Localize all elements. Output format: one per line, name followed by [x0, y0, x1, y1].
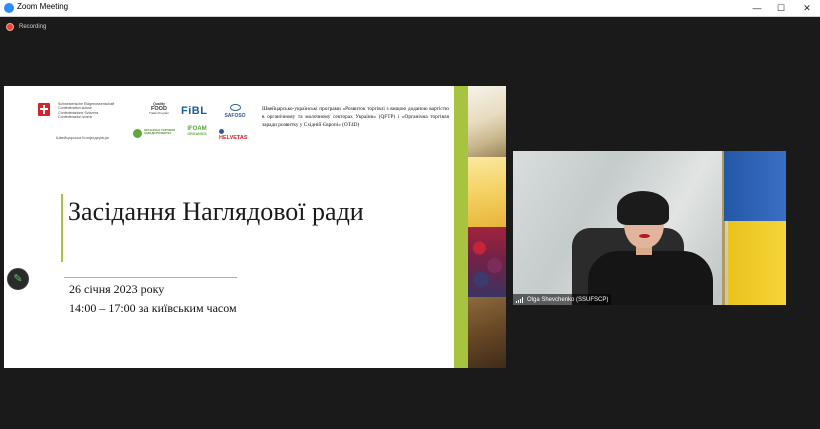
swiss-flag-icon: [38, 103, 50, 116]
helvetas-label: HELVETAS: [219, 135, 248, 141]
window-titlebar: Zoom Meeting — ☐ ✕: [0, 0, 820, 17]
recording-indicator[interactable]: Recording: [6, 21, 46, 33]
helvetas-icon: [219, 129, 224, 135]
participant-lips: [639, 234, 650, 238]
quality-food-line3: Trade Program: [148, 111, 170, 115]
meeting-time: 14:00 – 17:00 за київським часом: [69, 301, 237, 315]
cheese-photo: [468, 157, 506, 227]
record-dot-icon: [6, 23, 14, 31]
bread-photo: [468, 297, 506, 368]
zoom-app-icon: [4, 3, 14, 13]
recording-label: Recording: [19, 24, 47, 30]
ifoam-logo: IFOAM ORGANICS: [183, 126, 211, 136]
divider: [64, 277, 237, 278]
close-button[interactable]: ✕: [800, 2, 814, 14]
swiss-confederation-logo: Schweizerische Eidgenossenschaft Confédé…: [58, 102, 148, 120]
annotate-button[interactable]: ✎: [7, 268, 29, 290]
title-accent-line: [61, 194, 63, 262]
participant-video-tile[interactable]: Olga Shevchenko (SSUFSCP): [513, 151, 786, 305]
quality-food-logo: Quality FOOD Trade Program: [145, 102, 173, 116]
fibl-logo: FiBL: [181, 105, 208, 117]
milk-photo: [468, 86, 506, 157]
organic-trade-logo: ОРГАНІЧНА ТОРГІВЛЯ ЗАРАДИ РОЗВИТКУ: [144, 128, 176, 136]
helvetas-logo: HELVETAS: [219, 129, 248, 141]
ifoam-line2: ORGANICS: [187, 132, 207, 136]
berries-photo: [468, 227, 506, 297]
meeting-date: 26 січня 2023 року: [69, 282, 165, 296]
safoso-icon: [229, 104, 241, 111]
pencil-icon: ✎: [13, 273, 23, 285]
minimize-button[interactable]: —: [750, 2, 764, 14]
participant-hair: [617, 191, 669, 225]
shared-screen-slide: Schweizerische Eidgenossenschaft Confédé…: [4, 86, 506, 368]
window-title: Zoom Meeting: [17, 2, 69, 11]
swiss-name-rm: Confederaziun svizra: [58, 115, 92, 120]
maximize-button[interactable]: ☐: [774, 2, 788, 14]
safoso-label: SAFOSO: [224, 113, 246, 119]
program-description: Швейцарсько-українські програми «Розвито…: [262, 106, 449, 128]
flag-blue-stripe: [724, 151, 786, 221]
accent-bar: [454, 86, 468, 368]
food-photo-strip: [468, 86, 506, 368]
participant-name: Olga Shevchenko (SSUFSCP): [527, 296, 609, 303]
participant-name-badge: Olga Shevchenko (SSUFSCP): [513, 294, 612, 305]
signal-bars-icon: [516, 296, 524, 303]
flag-yellow-stripe: [728, 221, 786, 305]
slide-title: Засідання Наглядової ради: [68, 197, 364, 226]
safoso-logo: SAFOSO: [220, 104, 250, 119]
organic-trade-icon: [133, 129, 142, 138]
swiss-confederation-ua: Швейцарська Конфедерація: [56, 135, 109, 140]
